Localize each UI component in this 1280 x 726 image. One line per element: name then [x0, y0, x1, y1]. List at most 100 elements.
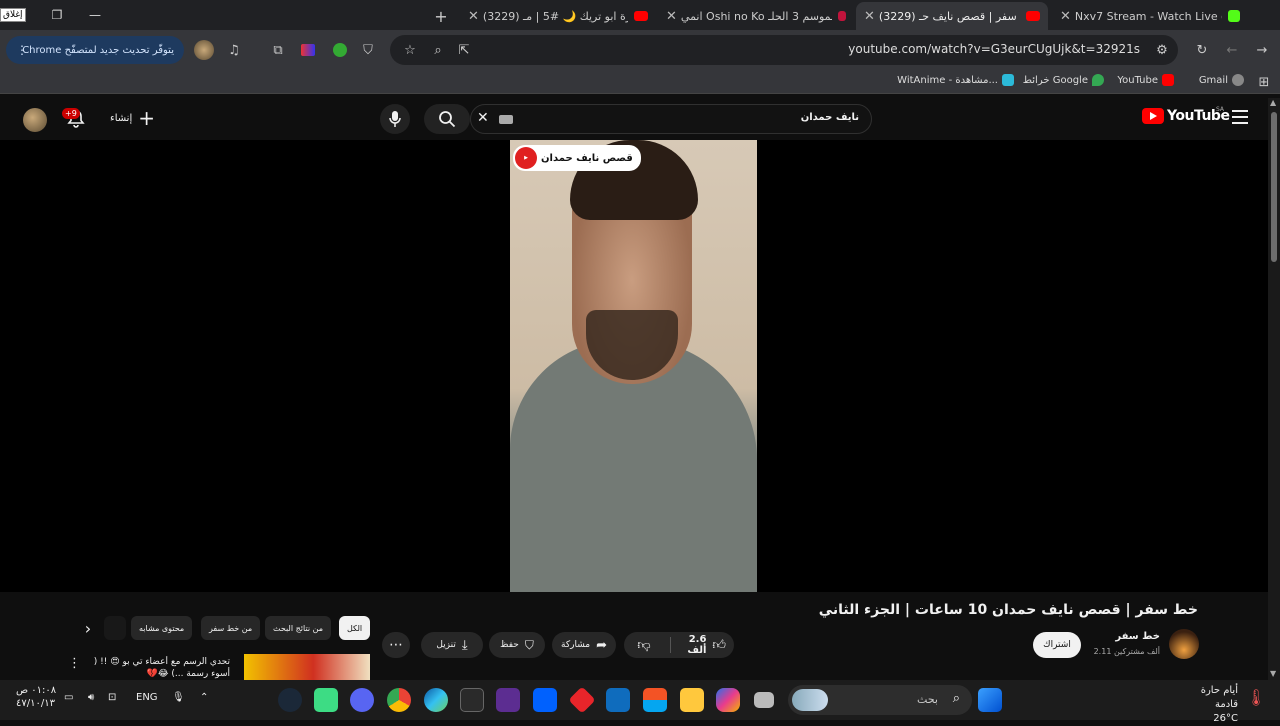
keyboard-icon[interactable] [499, 115, 513, 124]
taskbar-search[interactable]: بحث ⌕ [788, 685, 972, 715]
chrome-update-button[interactable]: ⋮ يتوفّر تحديث جديد لمتصفّح Chrome [6, 36, 184, 64]
close-window-label[interactable]: إغلاق [0, 8, 26, 22]
adblock-shield-icon[interactable]: ⛉ [358, 40, 378, 60]
menu-icon[interactable] [1232, 110, 1248, 124]
video-title: خط سفر | قصص نايف حمدان 10 ساعات | الجزء… [818, 602, 1198, 618]
dropbox-icon[interactable] [533, 688, 557, 712]
account-avatar[interactable] [23, 108, 47, 132]
bookmark-gmail[interactable]: Gmail [1199, 74, 1244, 86]
video-player[interactable]: ▶ قصص نايف حمدان [0, 140, 1268, 592]
share-button[interactable]: مشاركة ➦ [552, 632, 616, 658]
task-view-icon[interactable] [754, 692, 774, 708]
anime-favicon-icon [838, 11, 846, 21]
game-launcher-icon[interactable] [568, 686, 596, 714]
store-icon[interactable] [643, 688, 667, 712]
download-button[interactable]: تنزيل ⤓ [421, 632, 483, 658]
clear-search-icon[interactable]: ✕ [477, 110, 489, 126]
chrome-icon[interactable] [387, 688, 411, 712]
bookmark-icon: ⛉ [524, 637, 534, 652]
like-count[interactable]: 2.6 ألف [677, 634, 706, 656]
battery-icon[interactable]: ▭ [64, 692, 73, 703]
subscribe-button[interactable]: اشتراك [1033, 632, 1081, 658]
bookmark-witanime[interactable]: WitAnime - مشاهدة... [897, 74, 1014, 86]
volume-icon[interactable]: 🔊︎ [88, 692, 94, 703]
youtube-favicon-icon [634, 11, 648, 21]
more-actions-button[interactable]: ⋯ [382, 632, 410, 658]
globe-icon [1232, 74, 1244, 86]
visual-studio-icon[interactable] [496, 688, 520, 712]
profile-avatar-icon[interactable] [194, 40, 214, 60]
channel-avatar[interactable] [1169, 629, 1199, 659]
outlook-icon[interactable] [606, 688, 630, 712]
page-scrollbar[interactable]: ▲ ▼ [1268, 98, 1280, 680]
scrollbar-thumb[interactable] [1271, 112, 1277, 262]
tab-kick-stream[interactable]: ✕ Nxv7 Stream - Watch Live on K [1052, 2, 1248, 30]
browser-toolbar: ⋮ يتوفّر تحديث جديد لمتصفّح Chrome ♫ ⧉ ⛉… [0, 30, 1280, 70]
chevron-up-icon[interactable]: ⌃ [200, 692, 208, 703]
bookmark-maps[interactable]: خرائط Google [1023, 74, 1104, 86]
scroll-down-icon[interactable]: ▼ [1270, 669, 1276, 678]
copilot-icon[interactable] [716, 688, 740, 712]
recommendation-title[interactable]: تحدي الرسم مع أعضاء تي بو 😍 !! ( أسوء رس… [80, 656, 230, 680]
save-button[interactable]: حفظ ⛉ [489, 632, 545, 658]
channel-name[interactable]: خط سفر [1115, 631, 1160, 642]
steam-icon[interactable] [278, 688, 302, 712]
create-button[interactable]: إنشاء + [110, 106, 155, 130]
android-app-icon[interactable] [314, 688, 338, 712]
network-icon[interactable]: ⊡ [108, 692, 116, 703]
video-frame[interactable]: ▶ قصص نايف حمدان [510, 140, 757, 592]
file-explorer-icon[interactable] [680, 688, 704, 712]
dislike-icon[interactable]: 👎︎ [624, 638, 664, 653]
shield-extension-icon[interactable] [330, 40, 350, 60]
chip-all[interactable]: الكل [339, 616, 371, 640]
edge-icon[interactable] [424, 688, 448, 712]
language-indicator[interactable]: ENG [136, 692, 158, 703]
new-tab-button[interactable]: + [430, 2, 452, 30]
extension-app-icon[interactable] [298, 40, 318, 60]
like-icon[interactable]: 👍︎ [712, 638, 734, 653]
epic-games-icon[interactable] [460, 688, 484, 712]
address-bar[interactable]: ☆ ⌕ ⇱ youtube.com/watch?v=G3eurCUgUjk&t=… [390, 35, 1178, 65]
notification-badge: +9 [62, 108, 80, 119]
recommendation-menu-icon[interactable]: ⋮ [68, 656, 81, 671]
tab-khat-safar[interactable]: ✕ (3229) خط سفر | قصص نايف حـ [856, 2, 1048, 30]
site-info-icon[interactable]: ⚙ [1152, 40, 1172, 60]
chip-related[interactable]: محتوى مشابه [131, 616, 193, 640]
close-tab-icon[interactable]: ✕ [468, 9, 479, 24]
windows-start-icon[interactable] [978, 688, 1002, 712]
bookmark-youtube[interactable]: YouTube [1117, 74, 1174, 86]
recommendation-thumbnail[interactable] [244, 654, 370, 680]
apps-grid-icon[interactable]: ⊞ [1254, 72, 1274, 92]
scroll-up-icon[interactable]: ▲ [1270, 98, 1276, 107]
clock[interactable]: ٠١:٠٨ ص ٤٧/١٠/١٣ [16, 684, 56, 710]
install-app-icon[interactable]: ⇱ [454, 40, 474, 60]
voice-search-button[interactable] [380, 104, 410, 134]
search-input[interactable]: ✕ نايف حمدان [470, 104, 872, 134]
plus-icon: + [138, 106, 155, 130]
zoom-icon[interactable]: ⌕ [428, 40, 448, 60]
video-watermark: ▶ قصص نايف حمدان [513, 145, 641, 171]
forward-icon[interactable]: ← [1222, 40, 1242, 60]
media-controls-icon[interactable]: ♫ [224, 40, 244, 60]
close-tab-icon[interactable]: ✕ [666, 9, 677, 24]
chip-more[interactable] [104, 616, 126, 640]
chip-from-search[interactable]: من نتائج البحث [265, 616, 332, 640]
bookmark-star-icon[interactable]: ☆ [400, 40, 420, 60]
close-tab-icon[interactable]: ✕ [864, 9, 875, 24]
chevron-right-icon[interactable]: › [78, 616, 98, 640]
extensions-icon[interactable]: ⧉ [268, 40, 288, 60]
discord-icon[interactable] [350, 688, 374, 712]
youtube-favicon-icon [1026, 11, 1040, 21]
youtube-logo[interactable]: YouTube SA [1142, 106, 1230, 124]
restore-icon[interactable]: ❐ [38, 0, 76, 30]
chip-from-channel[interactable]: من خط سفر [201, 616, 261, 640]
witanime-icon [1002, 74, 1014, 86]
back-icon[interactable]: → [1252, 40, 1272, 60]
reload-icon[interactable]: ↻ [1192, 40, 1212, 60]
minimize-icon[interactable]: — [76, 0, 114, 30]
close-tab-icon[interactable]: ✕ [1060, 9, 1071, 24]
microphone-icon[interactable]: 🎙︎ [172, 692, 185, 703]
tab-oshi-no-ko[interactable]: ✕ انمي Oshi no Ko الموسم 3 الحلـ [658, 2, 854, 30]
tab-samra[interactable]: ✕ (3229) سمرة ابو تريك 🌙 #5 | مـ [460, 2, 656, 30]
search-button[interactable] [424, 104, 470, 134]
